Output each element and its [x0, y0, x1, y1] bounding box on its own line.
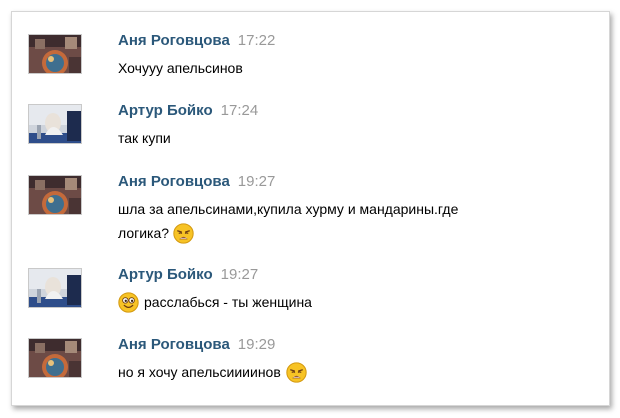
message-time[interactable]: 19:27: [238, 173, 276, 190]
anya-avatar[interactable]: [28, 175, 82, 215]
message-header: Аня Роговцова 19:27: [118, 173, 275, 190]
message-text-content: но я хочу апельсиииинов: [118, 364, 281, 380]
artur-avatar[interactable]: [28, 268, 82, 308]
message-time[interactable]: 17:22: [238, 32, 276, 49]
message-text-content: так купи: [118, 130, 171, 146]
author-name[interactable]: Аня Роговцова: [118, 173, 230, 190]
chat-window: Аня Роговцова 17:22 Хочууу апельсинов Арт…: [11, 11, 610, 406]
author-name[interactable]: Артур Бойко: [118, 266, 213, 283]
artur-avatar[interactable]: [28, 104, 82, 144]
message-time[interactable]: 19:27: [221, 266, 259, 283]
message-text-content: расслабься - ты женщина: [144, 294, 312, 310]
anya-avatar[interactable]: [28, 338, 82, 378]
author-name[interactable]: Артур Бойко: [118, 102, 213, 119]
message-header: Аня Роговцова 19:29: [118, 336, 275, 353]
smiling-face-icon: [118, 292, 139, 313]
message-text: Хочууу апельсинов: [118, 56, 578, 80]
message-text-line: шла за апельсинами,купила хурму и мандар…: [118, 201, 459, 217]
weary-face-icon: [173, 223, 194, 244]
message-text: шла за апельсинами,купила хурму и мандар…: [118, 197, 578, 245]
message-text: расслабься - ты женщина: [118, 290, 578, 314]
message-text: так купи: [118, 126, 578, 150]
weary-face-icon: [286, 362, 307, 383]
message-header: Аня Роговцова 17:22: [118, 32, 275, 49]
message-text-content: Хочууу апельсинов: [118, 60, 243, 76]
anya-avatar[interactable]: [28, 34, 82, 74]
message-header: Артур Бойко 17:24: [118, 102, 258, 119]
message-text: но я хочу апельсиииинов: [118, 360, 578, 384]
message-time[interactable]: 19:29: [238, 336, 276, 353]
message-time[interactable]: 17:24: [221, 102, 259, 119]
author-name[interactable]: Аня Роговцова: [118, 32, 230, 49]
message-text-line: логика?: [118, 225, 170, 241]
message-header: Артур Бойко 19:27: [118, 266, 258, 283]
author-name[interactable]: Аня Роговцова: [118, 336, 230, 353]
